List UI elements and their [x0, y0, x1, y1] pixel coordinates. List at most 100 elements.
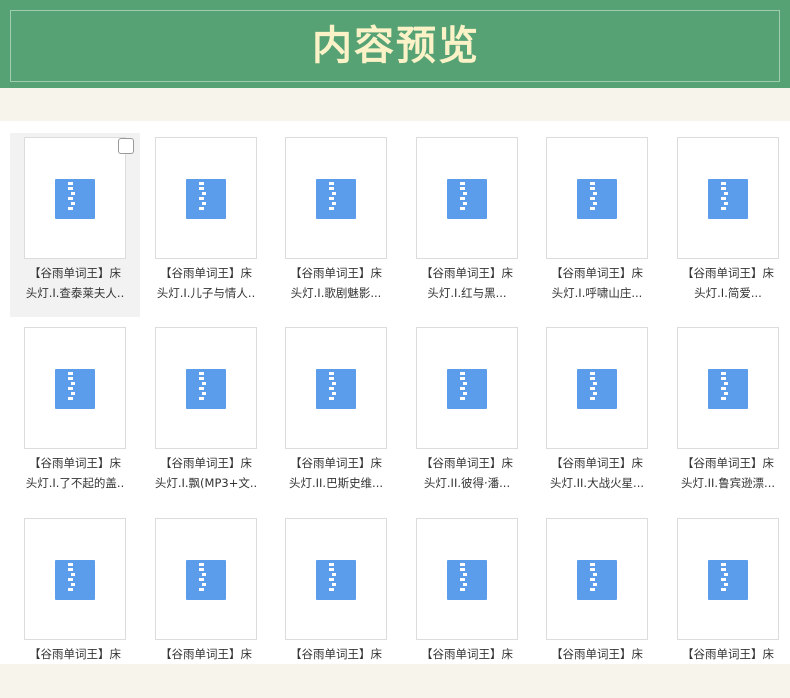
zipper-tooth	[202, 382, 206, 385]
file-item[interactable]: 【谷雨单词王】床 头灯.I.红与黑...	[402, 133, 532, 317]
file-thumbnail[interactable]	[416, 137, 518, 259]
file-item[interactable]: 【谷雨单词王】床	[141, 514, 271, 664]
file-name-line2: 头灯.I.查泰莱夫人..	[25, 286, 125, 300]
file-name: 【谷雨单词王】床 头灯.I.飘(MP3+文..	[144, 453, 268, 493]
zipper-tooth	[329, 372, 334, 375]
file-item[interactable]: 【谷雨单词王】床 头灯.II.鲁宾逊漂...	[663, 323, 790, 507]
zipper-tooth	[460, 578, 465, 581]
file-thumbnail[interactable]	[285, 137, 387, 259]
zipper-tooth	[68, 397, 73, 400]
zipper-tooth	[463, 382, 467, 385]
file-thumbnail[interactable]	[285, 327, 387, 449]
file-grid: 【谷雨单词王】床 头灯.I.查泰莱夫人.. 【谷雨单词王】床 头灯.I.儿子与情人..…	[0, 121, 790, 664]
zipper-tooth	[724, 382, 728, 385]
zipper-tooth	[460, 187, 465, 190]
file-thumbnail[interactable]	[546, 137, 648, 259]
zipper-tooth	[199, 187, 204, 190]
file-thumbnail[interactable]	[155, 518, 257, 640]
file-thumbnail[interactable]	[416, 327, 518, 449]
zipper-tooth	[593, 392, 597, 395]
file-name-line1: 【谷雨单词王】床	[551, 647, 643, 661]
file-item[interactable]: 【谷雨单词王】床 头灯.II.彼得·潘...	[402, 323, 532, 507]
zipper-tooth	[199, 197, 204, 200]
zipper-tooth	[724, 202, 728, 205]
file-name-line2: 头灯.I.红与黑...	[427, 286, 507, 300]
file-item[interactable]: 【谷雨单词王】床	[271, 514, 401, 664]
zip-file-icon	[577, 560, 617, 600]
header-frame: 内容预览	[10, 10, 780, 82]
zipper-tooth	[590, 197, 595, 200]
zipper-tooth	[593, 382, 597, 385]
file-thumbnail[interactable]	[677, 518, 779, 640]
zipper-tooth	[199, 563, 204, 566]
zipper-tooth	[463, 392, 467, 395]
zipper-tooth	[329, 563, 334, 566]
page-title: 内容预览	[312, 22, 480, 69]
file-item[interactable]: 【谷雨单词王】床 头灯.I.简爱...	[663, 133, 790, 317]
file-item[interactable]: 【谷雨单词王】床 头灯.I.呼啸山庄...	[532, 133, 662, 317]
zipper-tooth	[590, 563, 595, 566]
zipper-tooth	[329, 578, 334, 581]
file-name-line2: 头灯.II.彼得·潘...	[423, 476, 511, 490]
file-thumbnail[interactable]	[285, 518, 387, 640]
zipper-tooth	[71, 192, 75, 195]
file-item[interactable]: 【谷雨单词王】床 头灯.II.巴斯史维...	[271, 323, 401, 507]
zip-file-icon	[55, 179, 95, 219]
file-thumbnail[interactable]	[677, 327, 779, 449]
file-item[interactable]: 【谷雨单词王】床 头灯.I.歌剧魅影...	[271, 133, 401, 317]
file-name: 【谷雨单词王】床 头灯.I.歌剧魅影...	[274, 263, 398, 303]
file-name: 【谷雨单词王】床 头灯.II.彼得·潘...	[405, 453, 529, 493]
zipper-tooth	[329, 588, 334, 591]
file-thumbnail[interactable]	[155, 137, 257, 259]
file-item[interactable]: 【谷雨单词王】床 头灯.I.飘(MP3+文..	[141, 323, 271, 507]
file-thumbnail[interactable]	[24, 518, 126, 640]
file-thumbnail[interactable]	[416, 518, 518, 640]
select-checkbox[interactable]	[118, 138, 134, 154]
zip-file-icon	[186, 560, 226, 600]
file-item[interactable]: 【谷雨单词王】床 头灯.I.儿子与情人..	[141, 133, 271, 317]
file-name-line2: 头灯.I.了不起的盖..	[25, 476, 125, 490]
zipper-tooth	[68, 207, 73, 210]
file-thumbnail[interactable]	[24, 327, 126, 449]
zipper-tooth	[590, 187, 595, 190]
file-item[interactable]: 【谷雨单词王】床 头灯.I.查泰莱夫人..	[10, 133, 140, 317]
file-name: 【谷雨单词王】床 头灯.I.查泰莱夫人..	[13, 263, 137, 303]
zipper-tooth	[68, 568, 73, 571]
file-name-line1: 【谷雨单词王】床	[421, 456, 513, 470]
file-thumbnail[interactable]	[677, 137, 779, 259]
file-name-line2: 头灯.I.飘(MP3+文..	[154, 476, 258, 490]
file-name: 【谷雨单词王】床	[405, 644, 529, 664]
zipper-tooth	[329, 387, 334, 390]
zipper-tooth	[68, 387, 73, 390]
file-thumbnail[interactable]	[546, 327, 648, 449]
zipper-tooth	[202, 192, 206, 195]
zipper-tooth	[593, 192, 597, 195]
zip-file-icon	[447, 179, 487, 219]
zipper-tooth	[463, 583, 467, 586]
zipper-tooth	[724, 583, 728, 586]
file-item[interactable]: 【谷雨单词王】床 头灯.II.大战火星...	[532, 323, 662, 507]
zipper-tooth	[721, 578, 726, 581]
zipper-tooth	[202, 392, 206, 395]
zipper-tooth	[721, 187, 726, 190]
zipper-tooth	[202, 573, 206, 576]
zipper-tooth	[463, 192, 467, 195]
zipper-tooth	[460, 377, 465, 380]
file-name-line2: 头灯.I.歌剧魅影...	[290, 286, 382, 300]
file-item[interactable]: 【谷雨单词王】床	[532, 514, 662, 664]
file-item[interactable]: 【谷雨单词王】床	[402, 514, 532, 664]
file-item[interactable]: 【谷雨单词王】床 头灯.I.了不起的盖..	[10, 323, 140, 507]
file-thumbnail[interactable]	[546, 518, 648, 640]
file-item[interactable]: 【谷雨单词王】床	[10, 514, 140, 664]
zip-file-icon	[708, 560, 748, 600]
zipper-tooth	[460, 588, 465, 591]
file-thumbnail[interactable]	[155, 327, 257, 449]
file-item[interactable]: 【谷雨单词王】床	[663, 514, 790, 664]
file-name-line1: 【谷雨单词王】床	[551, 266, 643, 280]
file-name-line2: 头灯.I.简爱...	[694, 286, 762, 300]
zipper-tooth	[332, 382, 336, 385]
zip-file-icon	[55, 560, 95, 600]
file-name-line2: 头灯.II.大战火星...	[549, 476, 645, 490]
zipper-tooth	[68, 187, 73, 190]
file-thumbnail[interactable]	[24, 137, 126, 259]
